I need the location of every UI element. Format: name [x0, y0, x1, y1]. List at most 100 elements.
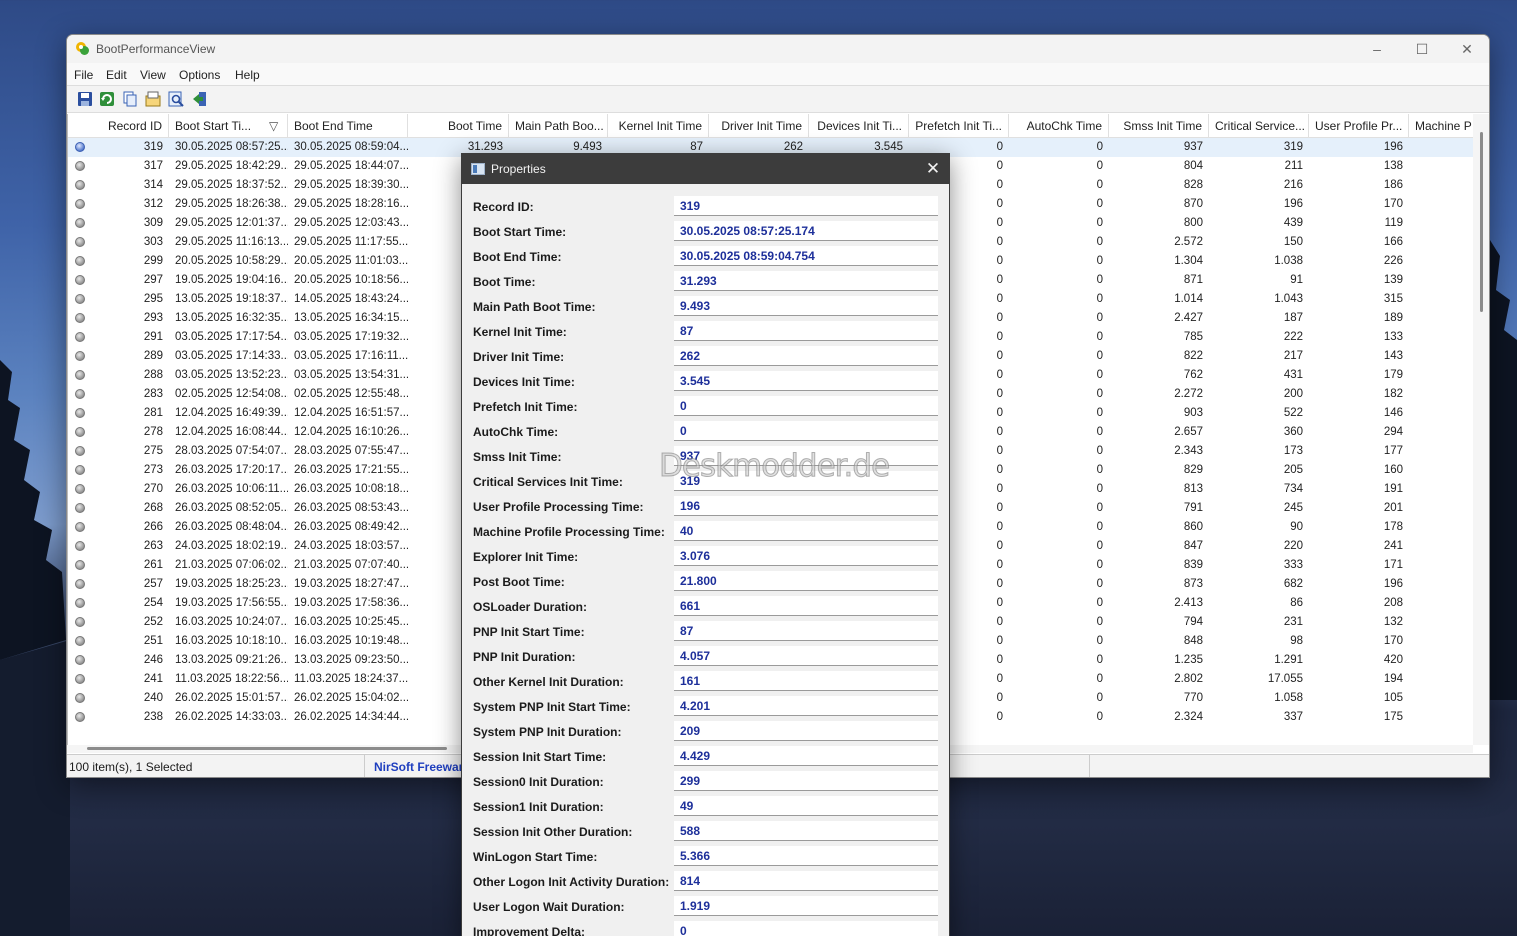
record-status-icon: [75, 161, 85, 171]
column-header-boot-end[interactable]: Boot End Time: [288, 114, 408, 138]
cell-autochk: 0: [1096, 407, 1103, 419]
cell-end: 13.05.2025 16:34:15...: [294, 312, 408, 324]
record-status-icon: [75, 180, 85, 190]
column-header-user-profile[interactable]: User Profile Pr...: [1309, 114, 1409, 138]
property-value-field[interactable]: 31.293: [674, 271, 938, 291]
cell-smss: 813: [1183, 483, 1203, 495]
property-value-field[interactable]: 0: [674, 421, 938, 441]
vertical-scroll-thumb[interactable]: [1480, 132, 1483, 312]
copy-icon[interactable]: [122, 91, 138, 107]
property-value-field[interactable]: 588: [674, 821, 938, 841]
cell-end: 11.03.2025 18:24:37...: [294, 673, 408, 685]
exit-icon[interactable]: [192, 91, 208, 107]
window-title: BootPerformanceView: [96, 42, 216, 56]
property-value-field[interactable]: 262: [674, 346, 938, 366]
cell-critical: 431: [1283, 369, 1303, 381]
cell-autochk: 0: [1096, 711, 1103, 723]
property-value-field[interactable]: 87: [674, 621, 938, 641]
cell-user: 196: [1383, 141, 1403, 153]
cell-start: 26.02.2025 14:33:03...: [175, 711, 288, 723]
column-header-boot-time[interactable]: Boot Time: [408, 114, 509, 138]
column-header-prefetch-init[interactable]: Prefetch Init Ti...: [909, 114, 1009, 138]
property-value-field[interactable]: 1.919: [674, 896, 938, 916]
property-value-field[interactable]: 9.493: [674, 296, 938, 316]
menu-options[interactable]: Options: [179, 68, 220, 82]
record-status-icon: [75, 541, 85, 551]
column-header-autochk[interactable]: AutoChk Time: [1009, 114, 1109, 138]
property-value-field[interactable]: 49: [674, 796, 938, 816]
record-status-icon: [75, 446, 85, 456]
find-icon[interactable]: [168, 91, 184, 107]
record-status-icon: [75, 655, 85, 665]
property-value-field[interactable]: 319: [674, 196, 938, 216]
horizontal-scroll-thumb[interactable]: [87, 747, 447, 750]
dialog-title: Properties: [491, 162, 546, 176]
cell-critical: 98: [1290, 635, 1303, 647]
property-value-field[interactable]: 21.800: [674, 571, 938, 591]
column-header-devices-init[interactable]: Devices Init Ti...: [809, 114, 909, 138]
property-value-field[interactable]: 661: [674, 596, 938, 616]
cell-user: 226: [1383, 255, 1403, 267]
column-header-critical-services[interactable]: Critical Service...: [1209, 114, 1309, 138]
cell-critical: 17.055: [1267, 673, 1303, 685]
property-value-field[interactable]: 319: [674, 471, 938, 491]
cell-end: 29.05.2025 18:44:07...: [294, 160, 408, 172]
cell-critical: 86: [1290, 597, 1303, 609]
cell-critical: 196: [1283, 198, 1303, 210]
property-value-field[interactable]: 0: [674, 396, 938, 416]
property-value-field[interactable]: 30.05.2025 08:57:25.174: [674, 221, 938, 241]
property-value-field[interactable]: 814: [674, 871, 938, 891]
property-value-field[interactable]: 40: [674, 521, 938, 541]
property-value-field[interactable]: 5.366: [674, 846, 938, 866]
property-value-field[interactable]: 0: [674, 921, 938, 936]
cell-autochk: 0: [1096, 236, 1103, 248]
property-value-field[interactable]: 3.076: [674, 546, 938, 566]
property-value-field[interactable]: 196: [674, 496, 938, 516]
menu-file[interactable]: File: [74, 68, 93, 82]
maximize-button[interactable]: ☐: [1399, 35, 1445, 63]
column-header-kernel-init[interactable]: Kernel Init Time: [608, 114, 709, 138]
property-value-field[interactable]: 937: [674, 446, 938, 466]
cell-smss: 770: [1183, 692, 1203, 704]
menu-help[interactable]: Help: [235, 68, 260, 82]
cell-id: 266: [143, 521, 163, 533]
property-value-field[interactable]: 4.201: [674, 696, 938, 716]
cell-user: 189: [1383, 312, 1403, 324]
cell-id: 268: [143, 502, 163, 514]
refresh-icon[interactable]: [99, 91, 115, 107]
cell-start: 13.05.2025 16:32:35...: [175, 312, 288, 324]
vertical-scrollbar[interactable]: [1473, 114, 1489, 745]
cell-critical: 222: [1283, 331, 1303, 343]
property-value-field[interactable]: 3.545: [674, 371, 938, 391]
record-status-icon: [75, 712, 85, 722]
property-value-field[interactable]: 299: [674, 771, 938, 791]
save-icon[interactable]: [77, 91, 93, 107]
property-label: System PNP Init Start Time:: [473, 700, 631, 714]
close-button[interactable]: ✕: [1444, 35, 1489, 63]
dialog-close-button[interactable]: ✕: [920, 158, 946, 180]
column-header-record-id[interactable]: Record ID: [88, 114, 169, 138]
menu-edit[interactable]: Edit: [106, 68, 127, 82]
properties-icon[interactable]: [145, 91, 161, 107]
cell-start: 13.03.2025 09:21:26...: [175, 654, 288, 666]
cell-autochk: 0: [1096, 616, 1103, 628]
cell-end: 29.05.2025 11:17:55...: [294, 236, 408, 248]
cell-smss: 762: [1183, 369, 1203, 381]
column-header-boot-start[interactable]: Boot Start Ti... ▽: [169, 114, 288, 138]
property-value-field[interactable]: 209: [674, 721, 938, 741]
property-value-field[interactable]: 161: [674, 671, 938, 691]
property-value-field[interactable]: 87: [674, 321, 938, 341]
menu-view[interactable]: View: [140, 68, 166, 82]
property-value-field[interactable]: 4.429: [674, 746, 938, 766]
column-header-driver-init[interactable]: Driver Init Time: [709, 114, 809, 138]
minimize-button[interactable]: –: [1354, 35, 1400, 63]
cell-smss: 1.235: [1174, 654, 1203, 666]
property-label: Boot Start Time:: [473, 225, 567, 239]
column-header-machine-profile[interactable]: Machine P: [1409, 114, 1473, 138]
column-header-main-path[interactable]: Main Path Boo...: [509, 114, 608, 138]
property-value-field[interactable]: 30.05.2025 08:59:04.754: [674, 246, 938, 266]
cell-critical: 245: [1283, 502, 1303, 514]
property-value-field[interactable]: 4.057: [674, 646, 938, 666]
cell-autochk: 0: [1096, 426, 1103, 438]
column-header-smss-init[interactable]: Smss Init Time: [1109, 114, 1209, 138]
